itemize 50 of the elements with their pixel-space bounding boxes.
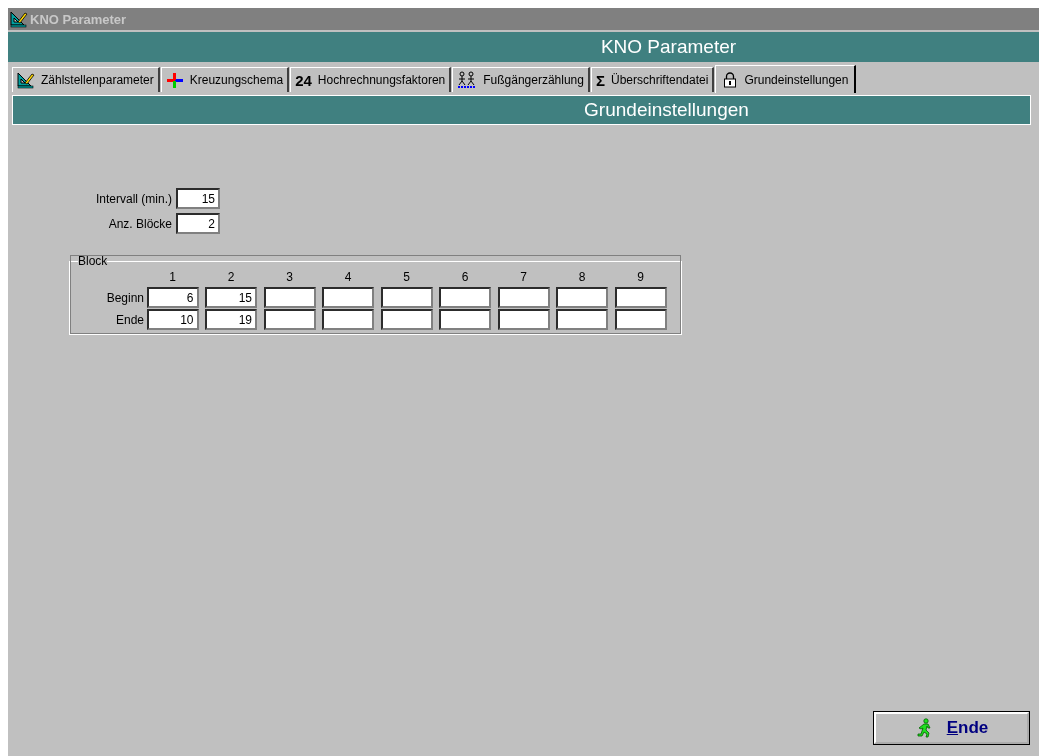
running-man-icon xyxy=(914,718,933,738)
column-header: 3 xyxy=(285,270,294,286)
column-header: 8 xyxy=(577,270,587,286)
input-field[interactable] xyxy=(556,287,608,308)
input-field[interactable]: 6 xyxy=(146,287,199,308)
tab[interactable]: 24 Hochrechnungsfaktoren xyxy=(290,67,452,92)
column-header: 2 xyxy=(226,270,236,286)
field-label: Anz. Blöcke xyxy=(107,216,172,231)
input-field[interactable] xyxy=(497,309,550,330)
lock-icon xyxy=(722,71,739,88)
input-field[interactable] xyxy=(614,287,667,308)
input-field[interactable] xyxy=(380,309,433,330)
input-field[interactable] xyxy=(614,309,667,330)
section-title: Grundeinstellungen xyxy=(584,99,749,121)
input-field[interactable]: 2 xyxy=(176,213,220,234)
window-title: KNO Parameter xyxy=(30,11,127,27)
row-label: Ende xyxy=(114,312,145,327)
input-field[interactable]: 10 xyxy=(146,309,199,330)
tab-symbol: 24 xyxy=(295,71,312,89)
group-title: Block xyxy=(78,254,108,268)
column-header: 9 xyxy=(636,270,645,286)
input-field[interactable]: 19 xyxy=(205,309,257,330)
field-label: Intervall (min.) xyxy=(95,191,172,206)
tab[interactable]: Fußgängerzählung xyxy=(452,67,590,92)
tab-symbol: Σ xyxy=(595,71,605,89)
input-field[interactable] xyxy=(556,309,608,330)
input-field[interactable]: 15 xyxy=(205,287,257,308)
input-field[interactable] xyxy=(322,309,374,330)
column-header: 1 xyxy=(168,270,177,286)
header-title: KNO Parameter xyxy=(600,36,737,58)
input-field[interactable] xyxy=(322,287,374,308)
cross-icon xyxy=(165,71,184,89)
column-header: 5 xyxy=(402,270,411,286)
tab[interactable]: Zählstellenparameter xyxy=(12,67,160,92)
tab[interactable]: Σ Überschriftendatei xyxy=(590,67,715,92)
tab[interactable]: Grundeinstellungen xyxy=(715,65,857,93)
row-label: Beginn xyxy=(105,290,145,305)
column-header: 7 xyxy=(519,270,528,286)
walkers-icon xyxy=(457,71,478,89)
input-field[interactable] xyxy=(439,309,491,330)
input-field[interactable] xyxy=(497,287,550,308)
input-field[interactable] xyxy=(380,287,433,308)
input-field[interactable] xyxy=(439,287,491,308)
end-button[interactable]: Ende xyxy=(874,712,1029,744)
input-field[interactable]: 15 xyxy=(176,188,220,209)
input-field[interactable] xyxy=(263,309,316,330)
column-header: 4 xyxy=(343,270,353,286)
column-header: 6 xyxy=(460,270,470,286)
input-field[interactable] xyxy=(263,287,316,308)
tab[interactable]: Kreuzungschema xyxy=(160,67,290,92)
